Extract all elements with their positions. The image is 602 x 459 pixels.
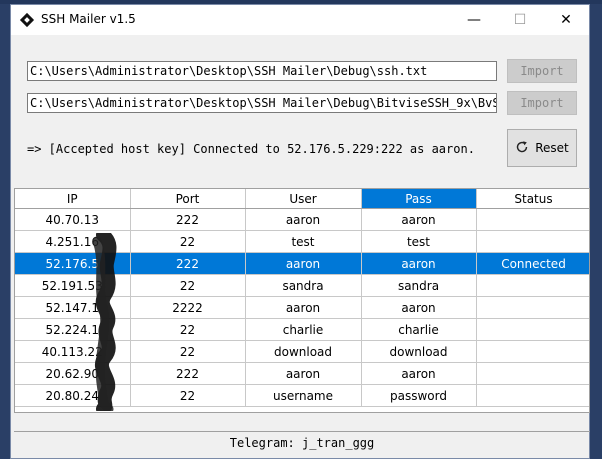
maximize-button[interactable]: ☐ xyxy=(497,5,543,35)
cell-port[interactable]: 222 xyxy=(130,252,246,275)
import-bitvise-button[interactable]: Import xyxy=(507,91,577,115)
table-row[interactable]: 40.113.22 22 download download xyxy=(15,340,589,363)
cell-port[interactable]: 22 xyxy=(130,318,246,341)
cell-pass[interactable]: aaron xyxy=(361,296,477,319)
cell-status[interactable] xyxy=(476,362,589,385)
table-row[interactable]: 40.70.13 222 aaron aaron xyxy=(15,208,589,231)
window-title: SSH Mailer v1.5 xyxy=(41,12,136,26)
cell-port[interactable]: 2222 xyxy=(130,296,246,319)
ssh-path-field[interactable]: C:\Users\Administrator\Desktop\SSH Maile… xyxy=(27,61,497,81)
cell-port[interactable]: 22 xyxy=(130,340,246,363)
import-ssh-button[interactable]: Import xyxy=(507,59,577,83)
cell-port[interactable]: 22 xyxy=(130,274,246,297)
app-window: SSH Mailer v1.5 — ☐ ✕ C:\Users\Administr… xyxy=(10,4,590,459)
column-header-status[interactable]: Status xyxy=(476,189,589,209)
column-header-port[interactable]: Port xyxy=(130,189,246,209)
table-row-selected[interactable]: 52.176.5 222 aaron aaron Connected xyxy=(15,252,589,275)
cell-ip[interactable]: 40.70.13 xyxy=(15,208,131,231)
cell-port[interactable]: 222 xyxy=(130,208,246,231)
title-bar[interactable]: SSH Mailer v1.5 — ☐ ✕ xyxy=(11,5,589,35)
cell-ip[interactable]: 20.80.24 xyxy=(15,384,131,407)
cell-ip[interactable]: 4.251.16 xyxy=(15,230,131,253)
cell-user[interactable]: username xyxy=(245,384,362,407)
cell-status[interactable] xyxy=(476,340,589,363)
cell-port[interactable]: 22 xyxy=(130,230,246,253)
cell-status[interactable] xyxy=(476,296,589,319)
cell-status[interactable] xyxy=(476,230,589,253)
column-header-ip[interactable]: IP xyxy=(15,189,131,209)
cell-user[interactable]: aaron xyxy=(245,296,362,319)
cell-user[interactable]: charlie xyxy=(245,318,362,341)
cell-ip[interactable]: 40.113.22 xyxy=(15,340,131,363)
cell-pass[interactable]: aaron xyxy=(361,208,477,231)
diamond-app-icon xyxy=(19,12,35,28)
cell-pass[interactable]: sandra xyxy=(361,274,477,297)
cell-ip[interactable]: 52.176.5 xyxy=(15,252,131,275)
cell-user[interactable]: aaron xyxy=(245,252,362,275)
cell-user[interactable]: download xyxy=(245,340,362,363)
cell-status[interactable] xyxy=(476,274,589,297)
refresh-icon xyxy=(515,140,529,157)
column-header-user[interactable]: User xyxy=(245,189,362,209)
telegram-footer: Telegram: j_tran_ggg xyxy=(14,431,590,454)
cell-user[interactable]: aaron xyxy=(245,208,362,231)
cell-pass[interactable]: aaron xyxy=(361,252,477,275)
cell-pass[interactable]: download xyxy=(361,340,477,363)
bitvise-path-field[interactable]: C:\Users\Administrator\Desktop\SSH Maile… xyxy=(27,93,497,113)
reset-button[interactable]: Reset xyxy=(507,129,577,167)
cell-ip[interactable]: 52.191.53 xyxy=(15,274,131,297)
cell-status[interactable] xyxy=(476,208,589,231)
column-header-pass[interactable]: Pass xyxy=(361,189,477,209)
cell-pass[interactable]: test xyxy=(361,230,477,253)
cell-pass[interactable]: aaron xyxy=(361,362,477,385)
table-header-row: IP Port User Pass Status xyxy=(15,189,589,209)
reset-button-label: Reset xyxy=(535,141,569,155)
table-row[interactable]: 4.251.16 22 test test xyxy=(15,230,589,253)
status-message: => [Accepted host key] Connected to 52.1… xyxy=(27,142,475,156)
close-button[interactable]: ✕ xyxy=(543,5,589,35)
cell-ip[interactable]: 52.224.1 xyxy=(15,318,131,341)
cell-user[interactable]: aaron xyxy=(245,362,362,385)
table-row[interactable]: 20.80.24 22 username password xyxy=(15,384,589,407)
cell-ip[interactable]: 20.62.90 xyxy=(15,362,131,385)
cell-user[interactable]: test xyxy=(245,230,362,253)
cell-pass[interactable]: charlie xyxy=(361,318,477,341)
table-row[interactable]: 20.62.90 222 aaron aaron xyxy=(15,362,589,385)
table-row[interactable]: 52.224.1 22 charlie charlie xyxy=(15,318,589,341)
cell-status[interactable]: Connected xyxy=(476,252,589,275)
cell-port[interactable]: 222 xyxy=(130,362,246,385)
cell-user[interactable]: sandra xyxy=(245,274,362,297)
table-row[interactable]: 52.191.53 22 sandra sandra xyxy=(15,274,589,297)
table-row[interactable]: 52.147.1 2222 aaron aaron xyxy=(15,296,589,319)
cell-port[interactable]: 22 xyxy=(130,384,246,407)
cell-pass[interactable]: password xyxy=(361,384,477,407)
minimize-button[interactable]: — xyxy=(451,5,497,35)
accounts-table: IP Port User Pass Status 40.70.13 222 aa… xyxy=(14,188,590,413)
cell-status[interactable] xyxy=(476,384,589,407)
cell-status[interactable] xyxy=(476,318,589,341)
cell-ip[interactable]: 52.147.1 xyxy=(15,296,131,319)
